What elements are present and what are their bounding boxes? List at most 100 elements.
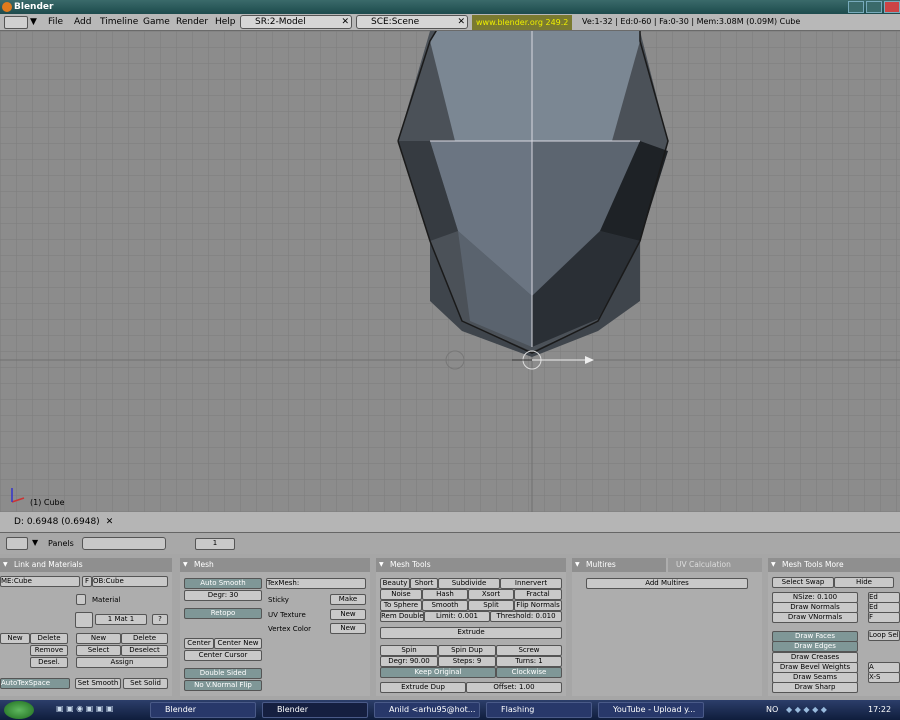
close-button[interactable] <box>884 1 900 13</box>
innervert-select[interactable]: Innervert <box>500 578 562 589</box>
x-mirror-toggle[interactable]: X-S <box>868 672 900 683</box>
degree-field[interactable]: Degr: 30 <box>184 590 262 601</box>
select-button[interactable]: Select <box>76 645 121 656</box>
flip-normals-button[interactable]: Flip Normals <box>514 600 562 611</box>
fractal-button[interactable]: Fractal <box>514 589 562 600</box>
make-sticky-button[interactable]: Make <box>330 594 366 605</box>
new-uv-texture-button[interactable]: New <box>330 609 366 620</box>
loop-select-button[interactable]: Loop Sel <box>868 630 900 641</box>
material-index[interactable]: 1 Mat 1 <box>95 614 147 625</box>
minimize-button[interactable] <box>848 1 864 13</box>
draw-edges-toggle[interactable]: Draw Edges <box>772 641 858 652</box>
taskbar-item[interactable]: YouTube - Upload y... <box>598 702 704 718</box>
to-sphere-button[interactable]: To Sphere <box>380 600 422 611</box>
hash-button[interactable]: Hash <box>422 589 468 600</box>
split-button[interactable]: Split <box>468 600 514 611</box>
steps-field[interactable]: Steps: 9 <box>438 656 496 667</box>
threshold-field[interactable]: Threshold: 0.010 <box>490 611 562 622</box>
no-vnormal-flip-toggle[interactable]: No V.Normal Flip <box>184 680 262 691</box>
taskbar-item[interactable]: Flashing <box>486 702 592 718</box>
set-smooth-button[interactable]: Set Smooth <box>75 678 121 689</box>
menu-game[interactable]: Game <box>143 17 170 27</box>
spin-degree-field[interactable]: Degr: 90.00 <box>380 656 438 667</box>
window-type-icon[interactable] <box>6 537 28 550</box>
screw-button[interactable]: Screw <box>496 645 562 656</box>
menu-render[interactable]: Render <box>176 17 208 27</box>
xsort-button[interactable]: Xsort <box>468 589 514 600</box>
start-button[interactable] <box>4 701 34 719</box>
hide-button[interactable]: Hide <box>834 577 894 588</box>
remove-button[interactable]: Remove <box>30 645 68 656</box>
panel-title[interactable]: Mesh Tools <box>376 558 566 572</box>
new-vgroup-button[interactable]: New <box>0 633 30 644</box>
subdivide-button[interactable]: Subdivide <box>438 578 500 589</box>
panel-title[interactable]: Link and Materials <box>0 558 172 572</box>
menu-timeline[interactable]: Timeline <box>100 17 138 27</box>
auto-smooth-toggle[interactable]: Auto Smooth <box>184 578 262 589</box>
taskbar-item[interactable]: Blender <box>150 702 256 718</box>
extrude-dup-button[interactable]: Extrude Dup <box>380 682 466 693</box>
menu-help[interactable]: Help <box>215 17 236 27</box>
rem-doubles-button[interactable]: Rem Doubles <box>380 611 424 622</box>
material-help-button[interactable]: ? <box>152 614 168 625</box>
collapse-arrow-icon[interactable]: ▼ <box>32 538 38 547</box>
set-solid-button[interactable]: Set Solid <box>123 678 168 689</box>
short-toggle[interactable]: Short <box>410 578 438 589</box>
beauty-toggle[interactable]: Beauty <box>380 578 410 589</box>
multires-tab[interactable]: Multires <box>572 558 666 572</box>
spin-dup-button[interactable]: Spin Dup <box>438 645 496 656</box>
assign-button[interactable]: Assign <box>76 657 168 668</box>
clockwise-toggle[interactable]: Clockwise <box>496 667 562 678</box>
spin-button[interactable]: Spin <box>380 645 438 656</box>
uv-calculation-tab[interactable]: UV Calculation <box>668 558 762 572</box>
extrude-button[interactable]: Extrude <box>380 627 562 639</box>
collapse-arrow-icon[interactable]: ▼ <box>30 17 37 27</box>
menu-add[interactable]: Add <box>74 17 91 27</box>
taskbar-item[interactable]: Blender <box>262 702 368 718</box>
close-icon[interactable]: ✕ <box>106 517 114 527</box>
keep-original-toggle[interactable]: Keep Original <box>380 667 496 678</box>
delete-material-button[interactable]: Delete <box>121 633 168 644</box>
deselect-button[interactable]: Deselect <box>121 645 168 656</box>
retopo-toggle[interactable]: Retopo <box>184 608 262 619</box>
close-icon[interactable]: ✕ <box>341 16 349 28</box>
delete-vgroup-button[interactable]: Delete <box>30 633 68 644</box>
panel-title[interactable]: Mesh Tools More <box>768 558 900 572</box>
draw-vnormals-toggle[interactable]: Draw VNormals <box>772 612 858 623</box>
object-name-field[interactable]: OB:Cube <box>92 576 168 587</box>
add-multires-button[interactable]: Add Multires <box>586 578 748 589</box>
mesh-cube[interactable] <box>397 31 669 357</box>
quick-launch-icons[interactable]: ▣ ▣ ◉ ▣ ▣ ▣ <box>56 704 146 716</box>
close-icon[interactable]: ✕ <box>457 16 465 28</box>
double-sided-toggle[interactable]: Double Sided <box>184 668 262 679</box>
limit-field[interactable]: Limit: 0.001 <box>424 611 490 622</box>
maximize-button[interactable] <box>866 1 882 13</box>
taskbar-item[interactable]: Anild <arhu95@hot... <box>374 702 480 718</box>
menu-file[interactable]: File <box>48 17 63 27</box>
select-swap-button[interactable]: Select Swap <box>772 577 834 588</box>
draw-sharp-toggle[interactable]: Draw Sharp <box>772 682 858 693</box>
center-cursor-button[interactable]: Center Cursor <box>184 650 262 661</box>
material-browse-button[interactable] <box>76 594 86 605</box>
smooth-button[interactable]: Smooth <box>422 600 468 611</box>
tray-icons[interactable]: ◆ ◆ ◆ ◆ ◆ <box>786 705 858 715</box>
offset-field[interactable]: Offset: 1.00 <box>466 682 562 693</box>
new-material-button[interactable]: New <box>76 633 121 644</box>
screen-selector[interactable]: SR:2-Model ✕ <box>240 15 352 29</box>
scene-selector[interactable]: SCE:Scene ✕ <box>356 15 468 29</box>
face-option-button[interactable]: F <box>868 612 900 623</box>
turns-field[interactable]: Turns: 1 <box>496 656 562 667</box>
texmesh-field[interactable]: TexMesh: <box>266 578 366 589</box>
new-vertex-color-button[interactable]: New <box>330 623 366 634</box>
panel-title[interactable]: Mesh <box>180 558 370 572</box>
noise-button[interactable]: Noise <box>380 589 422 600</box>
viewport-canvas[interactable] <box>0 31 900 512</box>
frame-number[interactable]: 1 <box>195 538 235 550</box>
center-button[interactable]: Center <box>184 638 214 649</box>
mesh-name-field[interactable]: ME:Cube <box>0 576 80 587</box>
desel-button[interactable]: Desel. <box>30 657 68 668</box>
language-indicator[interactable]: NO <box>766 705 778 714</box>
autotexspace-toggle[interactable]: AutoTexSpace <box>0 678 70 689</box>
fake-user-button[interactable]: F <box>82 576 92 587</box>
info-window-type-icon[interactable] <box>4 16 28 29</box>
